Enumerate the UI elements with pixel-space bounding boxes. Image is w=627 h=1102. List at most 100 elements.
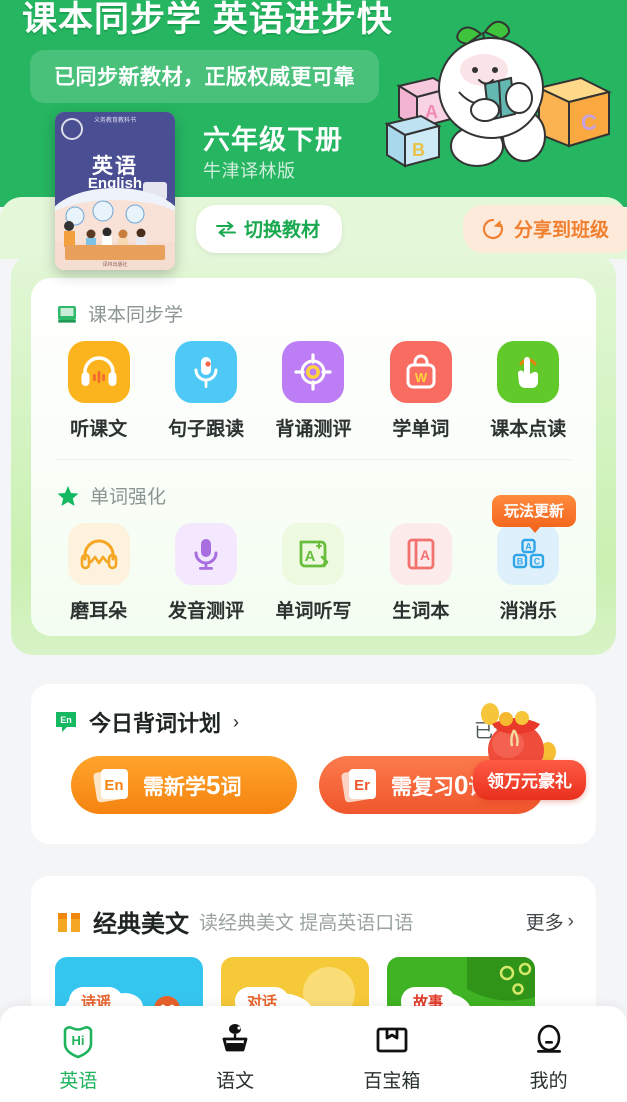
gift-reward-badge[interactable]: 领万元豪礼 <box>473 760 586 800</box>
new-words-prefix: 需新学 <box>143 775 206 799</box>
tab-label: 语文 <box>216 1071 255 1092</box>
new-words-suffix: 词 <box>220 775 242 799</box>
share-icon <box>482 218 504 239</box>
essays-subtitle: 读经典美文 提高英语口语 <box>199 913 414 934</box>
tab-label: 百宝箱 <box>363 1071 421 1092</box>
switch-textbook-label: 切换教材 <box>244 220 321 241</box>
open-book-icon <box>58 912 80 932</box>
word-section-title: 单词强化 <box>90 487 167 508</box>
toolbox-icon <box>376 1027 408 1053</box>
word-item-pronunciation-test[interactable]: 发音测评 <box>156 523 256 623</box>
book-icon <box>58 305 76 323</box>
word-item-label: 磨耳朵 <box>70 601 128 622</box>
svg-text:A: A <box>420 547 430 563</box>
cover-desk <box>64 245 166 260</box>
new-gameplay-badge: 玩法更新 <box>491 495 576 533</box>
tab-toolbox[interactable]: 百宝箱 <box>314 1006 471 1102</box>
sync-item-listen[interactable]: 听课文 <box>49 341 149 441</box>
svg-text:W: W <box>415 370 428 385</box>
essays-more-label: 更多 <box>525 913 564 934</box>
headphones-icon <box>81 356 117 386</box>
a-plus-note-icon: A <box>300 540 329 568</box>
share-to-class-label: 分享到班级 <box>513 220 609 241</box>
cover-publisher: 译林出版社 <box>102 262 128 268</box>
sync-section-header: 课本同步学 <box>31 278 596 327</box>
tab-label: 我的 <box>529 1071 568 1092</box>
sync-learning-card: 课本同步学 听课文 句子跟读 背诵测评 W 学单词 课本点读 单词强化 玩法更新… <box>31 278 596 636</box>
new-words-button[interactable]: En 需新学5词 <box>71 756 297 814</box>
tap-hand-icon-tile <box>497 341 560 403</box>
daily-word-plan-card: En 今日背词计划 › 已背 领万元豪礼 En 需新学5词 Er 需复习0 <box>31 684 596 844</box>
wordbag-icon: W <box>406 354 436 389</box>
sync-item-point-read[interactable]: 课本点读 <box>478 341 578 441</box>
review-words-count: 0 <box>454 769 469 800</box>
app-screen: 课本同步学 英语进步快 已同步新教材，正版权威更可靠 A B C 六年级下册 牛… <box>0 0 627 1102</box>
word-item-notebook[interactable]: A 生词本 <box>371 523 471 623</box>
svg-text:A: A <box>305 548 316 565</box>
person-icon <box>536 1024 561 1053</box>
new-words-label: 需新学5词 <box>143 770 241 801</box>
tab-profile[interactable]: 我的 <box>470 1006 627 1102</box>
grade-label: 六年级下册 <box>203 125 343 155</box>
microphone-icon-tile <box>175 523 238 585</box>
swap-arrows-icon <box>216 221 236 237</box>
sync-item-recite-test[interactable]: 背诵测评 <box>263 341 363 441</box>
headphones-icon-tile <box>67 341 130 403</box>
target-icon-tile <box>282 341 345 403</box>
hi-shield-icon: Hi <box>64 1026 93 1059</box>
svg-text:Hi: Hi <box>72 1033 85 1048</box>
word-item-label: 发音测评 <box>168 601 245 622</box>
word-item-ear-training[interactable]: 磨耳朵 <box>49 523 149 623</box>
sync-item-label: 背诵测评 <box>275 419 352 440</box>
microphone-icon <box>194 539 218 570</box>
svg-text:Er: Er <box>354 777 370 794</box>
sync-item-label: 课本点读 <box>490 419 567 440</box>
sync-item-learn-words[interactable]: W 学单词 <box>371 341 471 441</box>
word-item-label: 单词听写 <box>275 601 352 622</box>
word-item-label: 消消乐 <box>499 601 557 622</box>
svg-text:En: En <box>104 777 123 794</box>
switch-textbook-button[interactable]: 切换教材 <box>196 205 343 253</box>
word-icon-row: 玩法更新 磨耳朵 发音测评 A 单词听写 A 生词本 A B C 消消乐 <box>31 495 596 623</box>
sync-section-title: 课本同步学 <box>88 305 184 326</box>
tab-chinese[interactable]: 语文 <box>157 1006 314 1102</box>
notebook-a-icon-tile: A <box>389 523 452 585</box>
svg-text:B: B <box>517 557 524 567</box>
tab-label: 英语 <box>59 1071 98 1092</box>
page-title: 课本同步学 英语进步快 <box>22 0 393 39</box>
a-plus-note-icon-tile: A <box>282 523 345 585</box>
tab-english[interactable]: Hi 英语 <box>0 1006 157 1102</box>
microphone-icon-tile <box>175 341 238 403</box>
essays-more-link[interactable]: 更多 › <box>526 908 574 935</box>
chevron-right-icon: › <box>567 910 574 932</box>
chevron-right-icon: › <box>233 711 240 732</box>
word-item-dictation[interactable]: A 单词听写 <box>263 523 363 623</box>
tap-hand-icon <box>518 357 539 389</box>
sync-item-label: 听课文 <box>70 419 128 440</box>
new-words-count: 5 <box>206 769 221 800</box>
word-item-match-game[interactable]: A B C 消消乐 <box>478 523 578 623</box>
textbook-cover[interactable]: 义务教育教科书 英语 English 译林出版社 <box>55 112 175 270</box>
headphones-wave-icon <box>80 539 117 570</box>
abc-blocks-icon: A B C <box>513 538 545 569</box>
svg-text:B: B <box>412 140 425 160</box>
headphones-wave-icon-tile <box>67 523 130 585</box>
bottom-tab-bar: Hi 英语 语文 百宝箱 我的 <box>0 1006 627 1102</box>
star-icon <box>57 485 79 506</box>
press-label: 牛津译林版 <box>203 161 296 181</box>
share-to-class-button[interactable]: 分享到班级 <box>462 205 627 253</box>
review-words-prefix: 需复习 <box>391 775 454 799</box>
en-tag-icon: En <box>56 712 76 732</box>
sync-item-sentence-repeat[interactable]: 句子跟读 <box>156 341 256 441</box>
sync-item-label: 句子跟读 <box>168 419 245 440</box>
desk-lamp-icon <box>222 1024 248 1052</box>
sync-item-label: 学单词 <box>392 419 450 440</box>
sync-icon-row: 听课文 句子跟读 背诵测评 W 学单词 课本点读 <box>31 327 596 441</box>
microphone-icon <box>194 357 218 388</box>
notebook-a-icon: A <box>407 538 435 570</box>
svg-text:En: En <box>60 715 72 725</box>
essays-header: 经典美文 读经典美文 提高英语口语 更多 › <box>31 876 596 939</box>
word-item-label: 生词本 <box>392 601 450 622</box>
target-icon <box>294 353 333 391</box>
essays-title: 经典美文 <box>93 911 189 938</box>
